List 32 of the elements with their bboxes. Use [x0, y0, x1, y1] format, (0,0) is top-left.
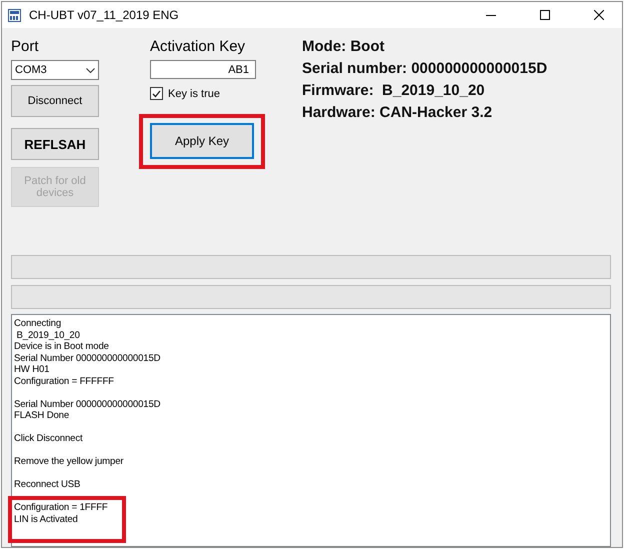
info-text: Serial number: 000000000000015D [302, 60, 548, 77]
log-line: Remove the yellow jumper [14, 456, 124, 468]
minimize-icon[interactable] [486, 14, 496, 16]
log-line: LIN is Activated [14, 514, 79, 525]
log-line: Serial Number 000000000000015D [14, 398, 160, 410]
action-button[interactable]: Disconnect [11, 85, 99, 117]
chevron-icon [86, 68, 95, 72]
window-title: CH-UBT v07_11_2019 ENG [29, 8, 180, 22]
activation-key-label: Activation Key [150, 38, 246, 55]
log-line: Click Disconnect [14, 433, 83, 444]
info-text: Firmware: B_2019_10_20 [302, 82, 486, 99]
app-icon [8, 8, 21, 22]
info-text: Hardware: CAN-Hacker 3.2 [302, 104, 494, 121]
port-dropdown[interactable]: COM3 [11, 60, 99, 80]
log-line: Configuration = 1FFFF [14, 502, 108, 514]
log-line: Serial Number 000000000000015D [14, 352, 160, 364]
checkbox-label: Key is true [168, 88, 220, 100]
close-icon[interactable] [594, 10, 604, 20]
log-line: B_2019_10_20 [16, 330, 81, 341]
info-text: Mode: Boot [302, 38, 386, 55]
log-line: Device is in Boot mode [14, 341, 110, 352]
activation-key-field[interactable]: AB1 [150, 60, 256, 79]
log-line: Connecting [14, 318, 62, 330]
action-button[interactable]: REFLSAH [11, 128, 99, 160]
apply-key-button[interactable]: Apply Key [150, 123, 254, 159]
log-line: Reconnect USB [14, 479, 80, 490]
checkbox[interactable] [150, 87, 163, 100]
port-label: Port [11, 38, 40, 55]
log-line: Configuration = FFFFFF [14, 376, 115, 387]
log-line: FLASH Done [14, 410, 70, 422]
log-line: HW H01 [14, 364, 50, 376]
maximize-icon[interactable] [540, 10, 550, 20]
